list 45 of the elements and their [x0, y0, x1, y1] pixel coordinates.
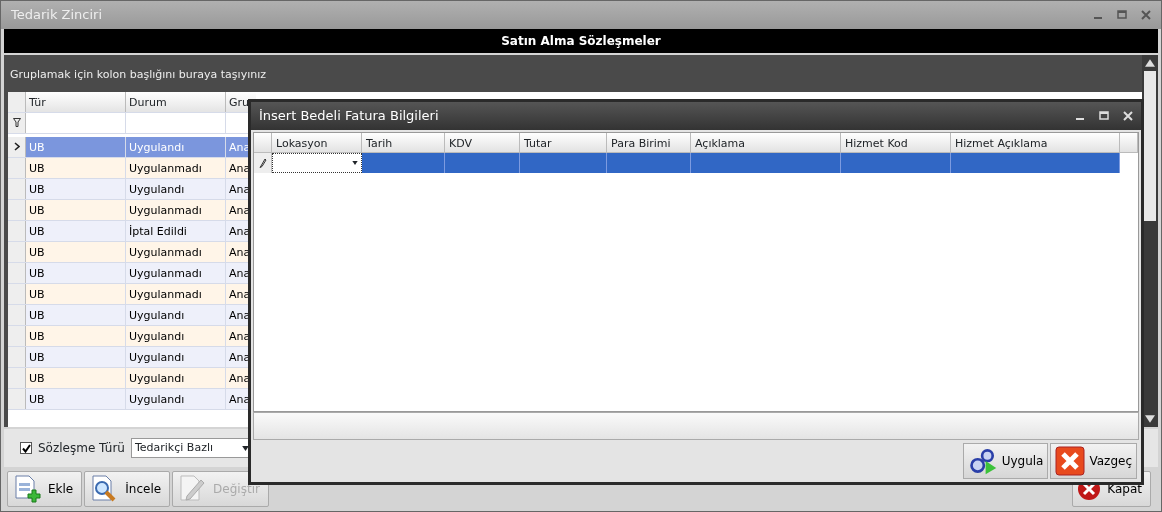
table-cell: Uygulanmadı [126, 262, 226, 283]
column-header[interactable]: Açıklama [691, 133, 841, 153]
table-cell: İptal Edildi [126, 220, 226, 241]
table-cell: Uygulandı [126, 325, 226, 346]
toolbar-button[interactable]: İncele [84, 471, 171, 507]
table-cell: Uygulandı [126, 136, 226, 157]
column-header[interactable]: Tür [26, 91, 126, 112]
dialog-title: İnsert Bedeli Fatura Bilgileri [259, 107, 439, 126]
header-title: Satın Alma Sözleşmeler [4, 29, 1158, 53]
table-cell: UB [26, 262, 126, 283]
table-cell: Uygulandı [126, 388, 226, 409]
window-title: Tedarik Zinciri [11, 6, 103, 25]
cancel-button[interactable]: Vazgeç [1050, 443, 1137, 479]
table-cell: UB [26, 346, 126, 367]
table-cell: UB [26, 304, 126, 325]
column-header[interactable]: Hizmet Kod [841, 133, 951, 153]
column-header[interactable]: Hizmet Açıklama [951, 133, 1120, 153]
table-cell: Uygulandı [126, 367, 226, 388]
column-header[interactable]: Tutar [520, 133, 607, 153]
table-cell: UB [26, 157, 126, 178]
table-cell: UB [26, 136, 126, 157]
table-cell: UB [26, 325, 126, 346]
toolbar-button[interactable]: Ekle [7, 471, 83, 507]
table-cell: UB [26, 367, 126, 388]
column-header[interactable]: Lokasyon [272, 133, 362, 153]
checkbox-label: Sözleşme Türü [38, 440, 125, 457]
table-cell: Uygulanmadı [126, 283, 226, 304]
column-header[interactable]: Para Birimi [607, 133, 691, 153]
table-cell: Uygulanmadı [126, 199, 226, 220]
table-cell: UB [26, 178, 126, 199]
group-panel-hint: Gruplamak için kolon başlığını buraya taşıyınız [9, 67, 267, 83]
table-cell: UB [26, 199, 126, 220]
column-header[interactable]: Durum [126, 91, 226, 112]
table-cell: UB [26, 220, 126, 241]
table-cell: Uygulandı [126, 304, 226, 325]
table-cell: UB [26, 388, 126, 409]
column-header[interactable]: KDV [445, 133, 520, 153]
table-cell: Uygulandı [126, 178, 226, 199]
apply-button[interactable]: Uygula [962, 443, 1049, 479]
table-cell: Uygulandı [126, 346, 226, 367]
table-cell: UB [26, 241, 126, 262]
table-cell: Uygulanmadı [126, 241, 226, 262]
table-cell: UB [26, 283, 126, 304]
table-cell: Uygulanmadı [126, 157, 226, 178]
column-header[interactable]: Tarih [362, 133, 445, 153]
